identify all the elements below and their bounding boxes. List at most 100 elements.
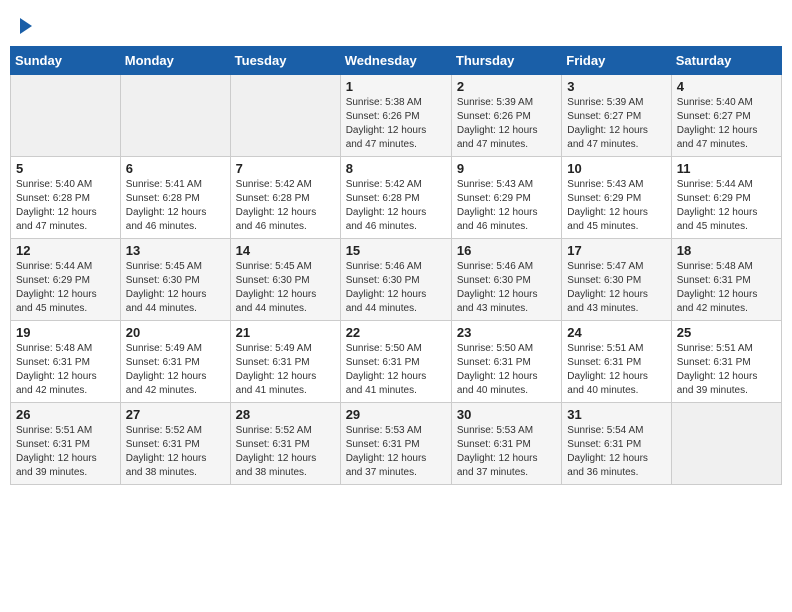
calendar-cell: 28 Sunrise: 5:52 AM Sunset: 6:31 PM Dayli… bbox=[230, 403, 340, 485]
calendar-cell bbox=[120, 75, 230, 157]
calendar-cell: 11 Sunrise: 5:44 AM Sunset: 6:29 PM Dayli… bbox=[671, 157, 781, 239]
day-info: Sunrise: 5:42 AM Sunset: 6:28 PM Dayligh… bbox=[236, 178, 335, 234]
calendar-cell: 7 Sunrise: 5:42 AM Sunset: 6:28 PM Daylig… bbox=[230, 157, 340, 239]
calendar-cell: 27Sunrise: 5:52 AM Sunset: 6:31 PM Dayli… bbox=[120, 403, 230, 485]
column-header-tuesday: Tuesday bbox=[230, 47, 340, 75]
day-number: 11 bbox=[677, 161, 776, 176]
day-number: 25 bbox=[677, 325, 776, 340]
day-info: Sunrise: 5:52 AM Sunset: 6:31 PM Dayligh… bbox=[126, 424, 225, 480]
calendar-cell: 3Sunrise: 5:39 AM Sunset: 6:27 PM Daylig… bbox=[562, 75, 671, 157]
calendar-cell: 24Sunrise: 5:51 AM Sunset: 6:31 PM Dayli… bbox=[562, 321, 671, 403]
day-number: 18 bbox=[677, 243, 776, 258]
day-number: 30 bbox=[457, 407, 556, 422]
day-number: 29 bbox=[346, 407, 446, 422]
day-info: Sunrise: 5:50 AM Sunset: 6:31 PM Dayligh… bbox=[346, 342, 446, 398]
calendar-header-row: SundayMondayTuesdayWednesdayThursdayFrid… bbox=[11, 47, 782, 75]
day-number: 16 bbox=[457, 243, 556, 258]
column-header-saturday: Saturday bbox=[671, 47, 781, 75]
logo-arrow-icon bbox=[20, 18, 32, 34]
day-info: Sunrise: 5:54 AM Sunset: 6:31 PM Dayligh… bbox=[567, 424, 665, 480]
day-info: Sunrise: 5:53 AM Sunset: 6:31 PM Dayligh… bbox=[346, 424, 446, 480]
calendar-cell: 17Sunrise: 5:47 AM Sunset: 6:30 PM Dayli… bbox=[562, 239, 671, 321]
day-info: Sunrise: 5:40 AM Sunset: 6:27 PM Dayligh… bbox=[677, 96, 776, 152]
calendar-cell bbox=[230, 75, 340, 157]
day-info: Sunrise: 5:45 AM Sunset: 6:30 PM Dayligh… bbox=[236, 260, 335, 316]
day-info: Sunrise: 5:48 AM Sunset: 6:31 PM Dayligh… bbox=[16, 342, 115, 398]
calendar-cell: 5 Sunrise: 5:40 AM Sunset: 6:28 PM Daylig… bbox=[11, 157, 121, 239]
day-number: 20 bbox=[126, 325, 225, 340]
day-info: Sunrise: 5:49 AM Sunset: 6:31 PM Dayligh… bbox=[236, 342, 335, 398]
calendar-week-row: 5 Sunrise: 5:40 AM Sunset: 6:28 PM Daylig… bbox=[11, 157, 782, 239]
day-number: 31 bbox=[567, 407, 665, 422]
column-header-wednesday: Wednesday bbox=[340, 47, 451, 75]
day-number: 13 bbox=[126, 243, 225, 258]
calendar-cell: 14 Sunrise: 5:45 AM Sunset: 6:30 PM Dayli… bbox=[230, 239, 340, 321]
day-info: Sunrise: 5:45 AM Sunset: 6:30 PM Dayligh… bbox=[126, 260, 225, 316]
day-number: 1 bbox=[346, 79, 446, 94]
calendar-cell: 16 Sunrise: 5:46 AM Sunset: 6:30 PM Dayli… bbox=[451, 239, 561, 321]
calendar-cell: 4 Sunrise: 5:40 AM Sunset: 6:27 PM Daylig… bbox=[671, 75, 781, 157]
day-number: 6 bbox=[126, 161, 225, 176]
calendar-week-row: 26 Sunrise: 5:51 AM Sunset: 6:31 PM Dayli… bbox=[11, 403, 782, 485]
calendar-cell: 6 Sunrise: 5:41 AM Sunset: 6:28 PM Daylig… bbox=[120, 157, 230, 239]
day-info: Sunrise: 5:53 AM Sunset: 6:31 PM Dayligh… bbox=[457, 424, 556, 480]
day-info: Sunrise: 5:46 AM Sunset: 6:30 PM Dayligh… bbox=[457, 260, 556, 316]
day-info: Sunrise: 5:41 AM Sunset: 6:28 PM Dayligh… bbox=[126, 178, 225, 234]
day-info: Sunrise: 5:48 AM Sunset: 6:31 PM Dayligh… bbox=[677, 260, 776, 316]
day-info: Sunrise: 5:38 AM Sunset: 6:26 PM Dayligh… bbox=[346, 96, 446, 152]
column-header-monday: Monday bbox=[120, 47, 230, 75]
logo bbox=[18, 14, 32, 34]
day-number: 10 bbox=[567, 161, 665, 176]
calendar-cell: 20 Sunrise: 5:49 AM Sunset: 6:31 PM Dayli… bbox=[120, 321, 230, 403]
day-number: 17 bbox=[567, 243, 665, 258]
day-number: 4 bbox=[677, 79, 776, 94]
day-info: Sunrise: 5:42 AM Sunset: 6:28 PM Dayligh… bbox=[346, 178, 446, 234]
calendar-cell: 19 Sunrise: 5:48 AM Sunset: 6:31 PM Dayli… bbox=[11, 321, 121, 403]
day-info: Sunrise: 5:52 AM Sunset: 6:31 PM Dayligh… bbox=[236, 424, 335, 480]
calendar-cell: 13 Sunrise: 5:45 AM Sunset: 6:30 PM Dayli… bbox=[120, 239, 230, 321]
calendar-cell: 29 Sunrise: 5:53 AM Sunset: 6:31 PM Dayli… bbox=[340, 403, 451, 485]
calendar-cell bbox=[11, 75, 121, 157]
day-number: 26 bbox=[16, 407, 115, 422]
day-info: Sunrise: 5:39 AM Sunset: 6:27 PM Dayligh… bbox=[567, 96, 665, 152]
day-info: Sunrise: 5:44 AM Sunset: 6:29 PM Dayligh… bbox=[677, 178, 776, 234]
day-number: 23 bbox=[457, 325, 556, 340]
day-info: Sunrise: 5:43 AM Sunset: 6:29 PM Dayligh… bbox=[567, 178, 665, 234]
day-info: Sunrise: 5:40 AM Sunset: 6:28 PM Dayligh… bbox=[16, 178, 115, 234]
day-number: 8 bbox=[346, 161, 446, 176]
day-info: Sunrise: 5:46 AM Sunset: 6:30 PM Dayligh… bbox=[346, 260, 446, 316]
day-number: 9 bbox=[457, 161, 556, 176]
day-number: 14 bbox=[236, 243, 335, 258]
day-number: 2 bbox=[457, 79, 556, 94]
calendar-cell bbox=[671, 403, 781, 485]
calendar-cell: 26 Sunrise: 5:51 AM Sunset: 6:31 PM Dayli… bbox=[11, 403, 121, 485]
day-number: 12 bbox=[16, 243, 115, 258]
day-info: Sunrise: 5:49 AM Sunset: 6:31 PM Dayligh… bbox=[126, 342, 225, 398]
calendar-cell: 8 Sunrise: 5:42 AM Sunset: 6:28 PM Daylig… bbox=[340, 157, 451, 239]
day-info: Sunrise: 5:50 AM Sunset: 6:31 PM Dayligh… bbox=[457, 342, 556, 398]
day-info: Sunrise: 5:43 AM Sunset: 6:29 PM Dayligh… bbox=[457, 178, 556, 234]
day-info: Sunrise: 5:51 AM Sunset: 6:31 PM Dayligh… bbox=[677, 342, 776, 398]
day-number: 7 bbox=[236, 161, 335, 176]
day-info: Sunrise: 5:51 AM Sunset: 6:31 PM Dayligh… bbox=[16, 424, 115, 480]
calendar-cell: 31 Sunrise: 5:54 AM Sunset: 6:31 PM Dayli… bbox=[562, 403, 671, 485]
day-number: 21 bbox=[236, 325, 335, 340]
calendar-cell: 21 Sunrise: 5:49 AM Sunset: 6:31 PM Dayli… bbox=[230, 321, 340, 403]
day-number: 5 bbox=[16, 161, 115, 176]
calendar-cell: 12 Sunrise: 5:44 AM Sunset: 6:29 PM Dayli… bbox=[11, 239, 121, 321]
calendar-cell: 23 Sunrise: 5:50 AM Sunset: 6:31 PM Dayli… bbox=[451, 321, 561, 403]
calendar-cell: 9 Sunrise: 5:43 AM Sunset: 6:29 PM Daylig… bbox=[451, 157, 561, 239]
calendar-week-row: 19 Sunrise: 5:48 AM Sunset: 6:31 PM Dayli… bbox=[11, 321, 782, 403]
day-number: 22 bbox=[346, 325, 446, 340]
calendar-cell: 30 Sunrise: 5:53 AM Sunset: 6:31 PM Dayli… bbox=[451, 403, 561, 485]
column-header-thursday: Thursday bbox=[451, 47, 561, 75]
page-header bbox=[10, 10, 782, 38]
column-header-friday: Friday bbox=[562, 47, 671, 75]
day-number: 28 bbox=[236, 407, 335, 422]
column-header-sunday: Sunday bbox=[11, 47, 121, 75]
calendar-cell: 18 Sunrise: 5:48 AM Sunset: 6:31 PM Dayli… bbox=[671, 239, 781, 321]
calendar-cell: 22 Sunrise: 5:50 AM Sunset: 6:31 PM Dayli… bbox=[340, 321, 451, 403]
day-info: Sunrise: 5:44 AM Sunset: 6:29 PM Dayligh… bbox=[16, 260, 115, 316]
day-number: 19 bbox=[16, 325, 115, 340]
calendar-cell: 2Sunrise: 5:39 AM Sunset: 6:26 PM Daylig… bbox=[451, 75, 561, 157]
